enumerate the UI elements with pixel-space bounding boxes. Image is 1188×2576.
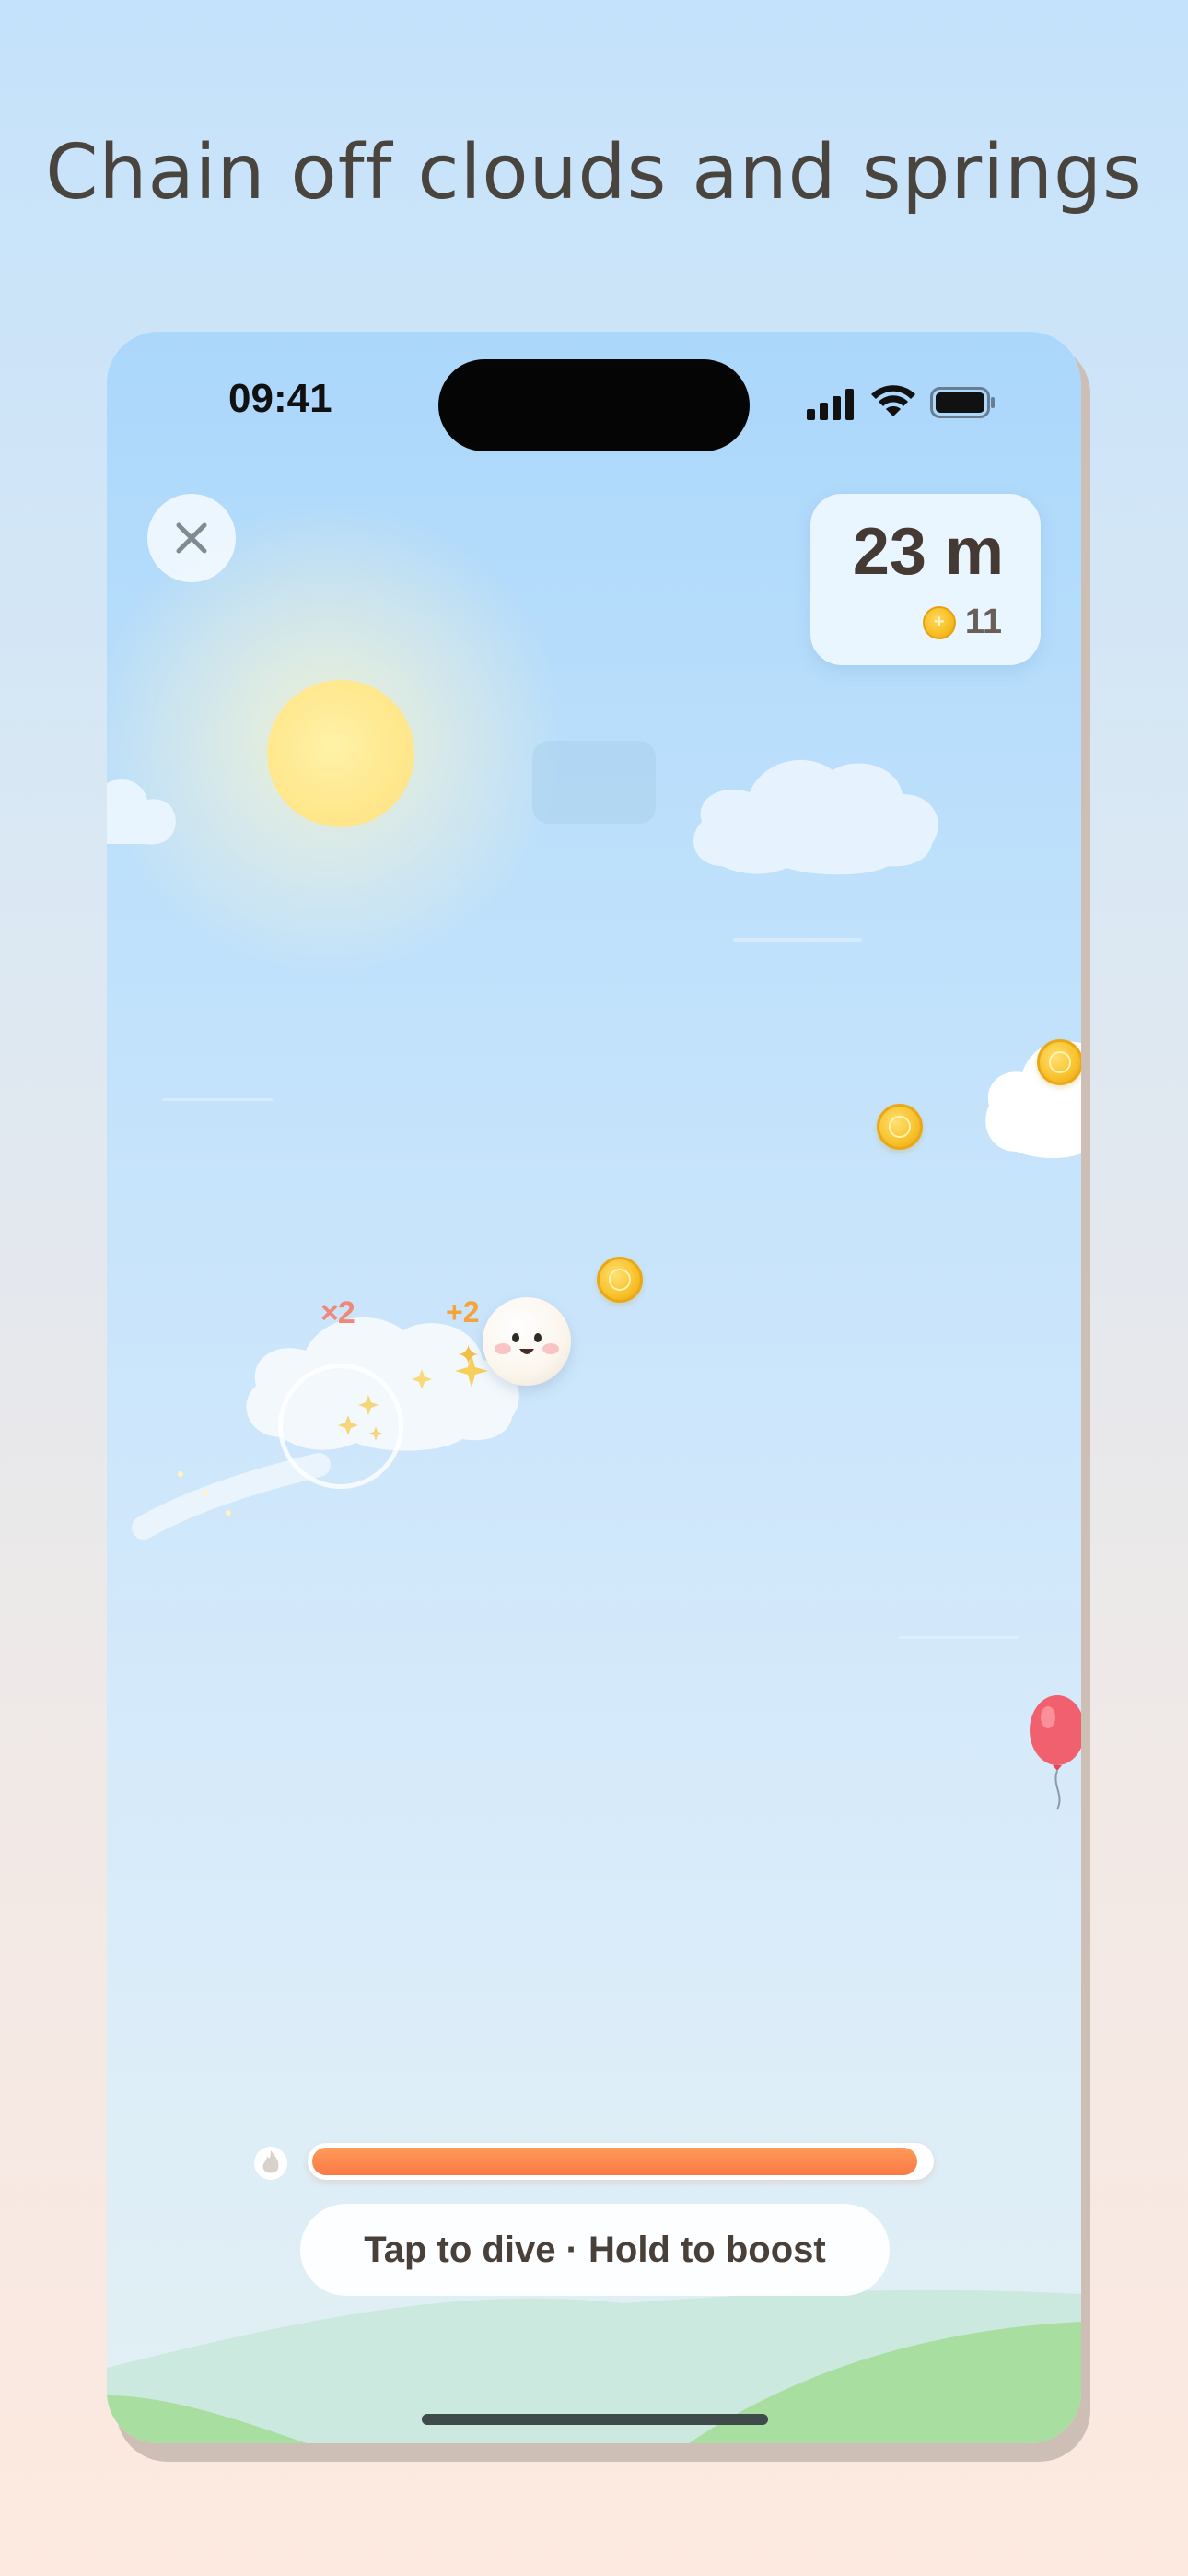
battery-icon: [930, 387, 995, 418]
distance-value: 23 m: [852, 515, 1004, 589]
coin: [597, 1257, 643, 1303]
device-screen[interactable]: ✦ ×2 +2 Tap to dive · Hold to boost 09:4…: [107, 332, 1081, 2443]
coin-counter: + 11: [922, 603, 1002, 642]
cloud-left-edge: [107, 779, 176, 845]
control-hint: Tap to dive · Hold to boost: [300, 2204, 890, 2296]
status-time: 09:41: [228, 376, 332, 421]
close-icon: [176, 522, 207, 554]
bonus-label: +2: [446, 1295, 480, 1329]
score-card: 23 m + 11: [810, 494, 1041, 665]
close-button[interactable]: [147, 494, 236, 582]
headline: Chain off clouds and springs: [45, 129, 1143, 217]
boost-meter: [308, 2143, 934, 2180]
wind-streak: [162, 1098, 273, 1101]
player-character: [483, 1297, 571, 1386]
combo-label: ×2: [320, 1295, 355, 1330]
wind-streak: [733, 938, 862, 942]
sparkle-icon: ✦: [457, 1341, 481, 1371]
coin-count: 11: [964, 603, 1002, 641]
faded-sign: [532, 741, 656, 824]
coin: [1037, 1039, 1081, 1085]
cloud-upper-right: [693, 759, 938, 875]
coin: [877, 1104, 923, 1150]
signal-bars-icon: [807, 389, 854, 420]
control-hint-label: Tap to dive · Hold to boost: [364, 2229, 826, 2270]
boost-meter-fill: [312, 2148, 917, 2175]
cloud-right-edge: [985, 1041, 1081, 1159]
home-indicator[interactable]: [422, 2414, 768, 2425]
dynamic-island: [438, 359, 750, 451]
flame-icon: [254, 2147, 287, 2180]
balloon: [1030, 1695, 1081, 1810]
sun: [267, 680, 414, 827]
wind-streak: [899, 1636, 1019, 1639]
coin-icon: +: [922, 605, 956, 639]
wifi-icon: [871, 385, 915, 416]
